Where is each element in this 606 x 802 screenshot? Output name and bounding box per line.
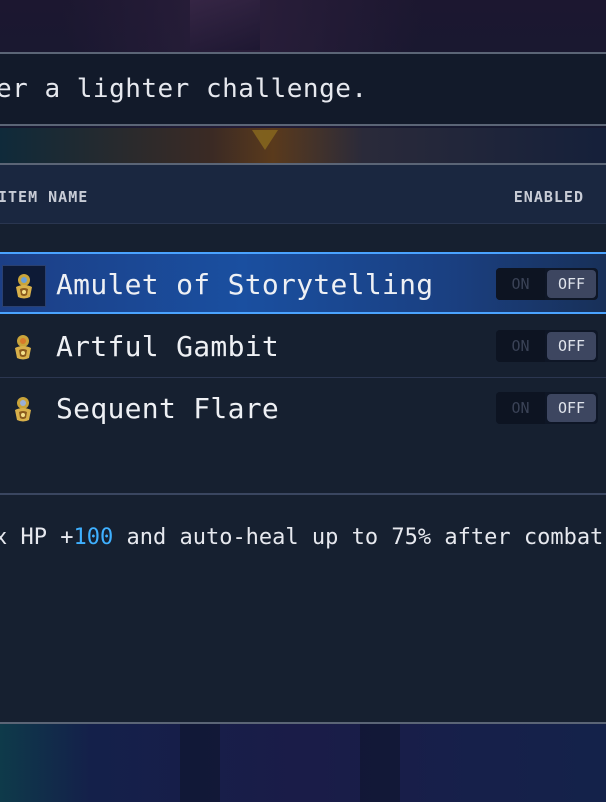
- enabled-toggle[interactable]: ON OFF: [496, 268, 598, 300]
- background-banner: [190, 0, 260, 50]
- background-pillar: [180, 724, 220, 802]
- item-panel: ITEM NAME ENABLED Amulet of Storytelling…: [0, 163, 606, 724]
- item-label: Artful Gambit: [56, 330, 280, 363]
- amulet-icon: [15, 335, 31, 360]
- amulet-icon: [15, 397, 31, 422]
- game-scene: er a lighter challenge. ITEM NAME ENABLE…: [0, 0, 606, 802]
- item-row-sequent-flare[interactable]: Sequent Flare ON OFF: [0, 378, 606, 440]
- column-header-item-name: ITEM NAME: [0, 188, 89, 206]
- panel-divider: [0, 493, 606, 495]
- toggle-off-option[interactable]: OFF: [547, 394, 596, 422]
- background-strip: [0, 128, 606, 164]
- description-suffix: and auto-heal up to 75% after combat: [113, 525, 604, 550]
- item-description: x HP +100 and auto-heal up to 75% after …: [0, 525, 603, 550]
- item-label: Sequent Flare: [56, 392, 280, 425]
- background-floor: [0, 724, 606, 802]
- toggle-off-option[interactable]: OFF: [547, 332, 596, 360]
- item-row-amulet-of-storytelling[interactable]: Amulet of Storytelling ON OFF: [0, 252, 606, 314]
- description-value: 100: [73, 525, 114, 550]
- hint-bar: er a lighter challenge.: [0, 52, 606, 126]
- item-row-artful-gambit[interactable]: Artful Gambit ON OFF: [0, 316, 606, 378]
- amulet-icon: [16, 274, 32, 299]
- amulet-icon: [2, 389, 44, 429]
- hint-text: er a lighter challenge.: [0, 74, 368, 104]
- item-label: Amulet of Storytelling: [56, 268, 434, 301]
- column-header-enabled: ENABLED: [513, 188, 584, 206]
- amulet-icon: [2, 265, 46, 307]
- background-pillar: [360, 724, 400, 802]
- toggle-on-option[interactable]: ON: [496, 330, 545, 362]
- amulet-icon: [2, 327, 44, 367]
- description-prefix: x HP +: [0, 525, 74, 550]
- toggle-off-option[interactable]: OFF: [547, 270, 596, 298]
- toggle-on-option[interactable]: ON: [496, 392, 545, 424]
- table-header: ITEM NAME ENABLED: [0, 165, 606, 224]
- toggle-on-option[interactable]: ON: [496, 268, 545, 300]
- enabled-toggle[interactable]: ON OFF: [496, 330, 598, 362]
- enabled-toggle[interactable]: ON OFF: [496, 392, 598, 424]
